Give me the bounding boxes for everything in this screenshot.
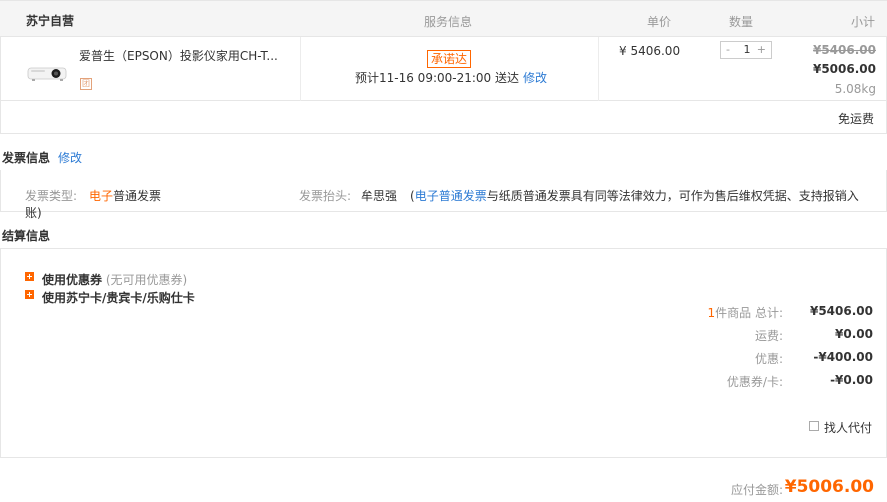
discount-value: -¥400.00 [813,350,873,364]
delivery-estimate: 预计11-16 09:00-21:00 送达 修改 [355,69,547,86]
settlement-section-title: 结算信息 [2,229,51,243]
qty-minus-button[interactable]: - [726,42,730,58]
goods-total-value: ¥5406.00 [809,304,873,318]
payable-label: 应付金额: [730,483,783,497]
checkout-page: 苏宁自营 服务信息 单价 数量 小计 爱普生（EPSON）投影仪家用CH-T..… [0,0,887,502]
qty-plus-button[interactable]: + [757,42,766,58]
pay-by-other-checkbox[interactable] [809,421,819,431]
delivery-text: 预计11-16 09:00-21:00 送达 [355,71,519,85]
final-subtotal: ¥5006.00 [812,62,876,76]
promise-badge: 承诺达 [427,50,472,68]
qty-input[interactable]: 1 [741,42,753,58]
invoice-type-highlight: 电子 [89,189,114,203]
freight-label: 运费: [754,329,783,343]
invoice-note-wrap: 账) [25,206,42,220]
projector-thumbnail[interactable] [25,63,71,83]
coupon-card-label: 优惠券/卡: [726,375,783,389]
coupon-hint: (无可用优惠券) [105,273,188,287]
coupon-card-value: -¥0.00 [830,373,873,387]
invoice-section-title: 发票信息 [2,151,51,165]
pay-by-other-label[interactable]: 找人代付 [824,419,872,436]
invoice-type-label: 发票类型: [25,189,78,203]
product-name-link[interactable]: 爱普生（EPSON）投影仪家用CH-T... [79,47,278,64]
cart-item-row: 爱普生（EPSON）投影仪家用CH-T... 团 承诺达 预计11-16 09:… [0,37,887,101]
invoice-note-text: 与纸质普通发票具有同等法律效力，可作为售后维权凭据、支持报销入 [486,189,859,203]
coupon-option[interactable]: 使用优惠券 (无可用优惠券) [42,271,187,288]
col-unit-price: 单价 [647,15,672,29]
freight-value: ¥0.00 [835,327,873,341]
free-shipping-label: 免运费 [837,112,874,126]
discount-label: 优惠: [754,352,783,366]
invoice-header-value: 牟思强 [361,189,398,203]
coupon-label[interactable]: 使用优惠券 [42,273,102,287]
expand-plus-icon[interactable] [25,290,34,299]
invoice-type-value: 电子普通发票 [89,187,161,204]
payable-amount: ¥5006.00 [784,477,874,497]
settlement-box: 使用优惠券 (无可用优惠券) 使用苏宁卡/贵宾卡/乐购仕卡 1件商品 总计: ¥… [0,248,887,458]
shipping-row: 免运费 [0,101,887,134]
order-header: 苏宁自营 服务信息 单价 数量 小计 [0,0,887,37]
invoice-type-rest: 普通发票 [113,189,162,203]
invoice-note: (电子普通发票与纸质普通发票具有同等法律效力，可作为售后维权凭据、支持报销入 [410,187,859,204]
goods-count: 1 [707,306,716,320]
invoice-modify-link[interactable]: 修改 [58,149,82,166]
shop-name: 苏宁自营 [26,14,75,28]
invoice-box: 发票类型: 电子普通发票 发票抬头: 牟思强 (电子普通发票与纸质普通发票具有同… [0,170,887,220]
item-weight: 5.08kg [834,82,876,96]
goods-total-text: 件商品 总计: [715,306,783,320]
unit-price: ¥ 5406.00 [619,44,681,58]
goods-total-label: 1件商品 总计: [708,304,784,321]
card-option[interactable]: 使用苏宁卡/贵宾卡/乐购仕卡 [42,289,195,306]
e-invoice-link[interactable]: 电子普通发票 [415,189,487,203]
quantity-stepper: - 1 + [720,41,772,59]
original-subtotal: ¥5406.00 [812,43,876,57]
expand-plus-icon[interactable] [25,272,34,281]
col-service: 服务信息 [424,15,473,29]
invoice-header-label: 发票抬头: [299,189,352,203]
col-quantity: 数量 [729,15,754,29]
group-buy-badge: 团 [80,78,92,90]
col-subtotal: 小计 [850,15,875,29]
delivery-modify-link[interactable]: 修改 [523,71,547,85]
